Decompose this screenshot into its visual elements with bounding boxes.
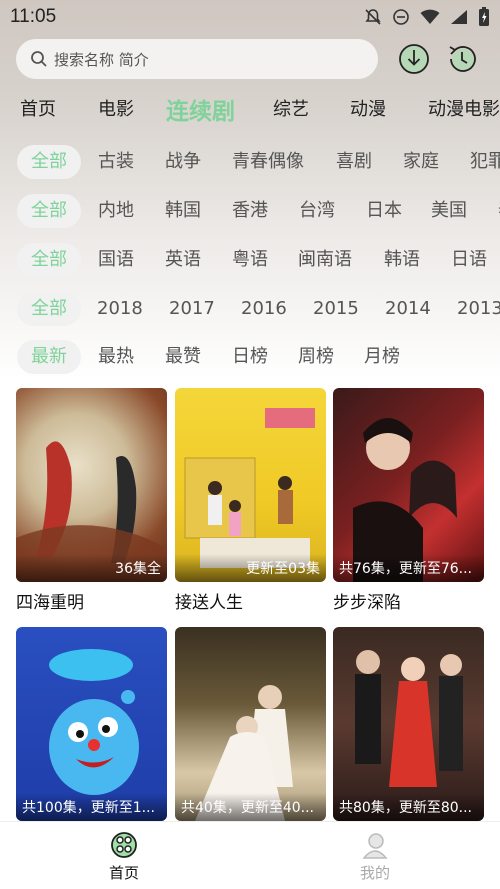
region-chip[interactable]: 泰国 — [484, 194, 500, 228]
language-chip[interactable]: 国语 — [84, 243, 148, 277]
show-poster[interactable]: 共100集，更新至1... — [16, 627, 167, 821]
genre-chip[interactable]: 青春偶像 — [218, 145, 318, 179]
bottom-nav: 首页 我的 — [0, 821, 500, 889]
show-poster[interactable]: 共80集，更新至80... — [333, 627, 484, 821]
sort-chip[interactable]: 最新 — [17, 340, 81, 374]
genre-filter-row: 全部 古装 战争 青春偶像 喜剧 家庭 犯罪 — [0, 143, 500, 181]
history-icon — [449, 46, 476, 72]
region-chip[interactable]: 美国 — [417, 194, 481, 228]
language-chip[interactable]: 韩语 — [370, 243, 434, 277]
mute-icon — [365, 9, 381, 25]
year-chip[interactable]: 2014 — [371, 292, 445, 326]
battery-icon — [479, 7, 489, 26]
region-chip[interactable]: 内地 — [84, 194, 148, 228]
year-filter-row: 全部 2018 2017 2016 2015 2014 2013 — [0, 290, 500, 328]
tab-movies[interactable]: 电影 — [98, 95, 134, 121]
show-poster[interactable]: 更新至03集 — [175, 388, 326, 582]
history-button[interactable] — [445, 42, 479, 76]
search-input[interactable]: 搜索名称 简介 — [16, 39, 378, 79]
genre-chip[interactable]: 战争 — [151, 145, 215, 179]
show-card[interactable]: 共80集，更新至80... — [333, 627, 484, 821]
poster-art — [355, 650, 463, 787]
profile-icon — [362, 833, 388, 859]
sort-chip[interactable]: 日榜 — [218, 340, 282, 374]
language-filter-row: 全部 国语 英语 粤语 闽南语 韩语 日语 其它 — [0, 241, 500, 279]
episode-badge: 更新至03集 — [246, 561, 320, 577]
year-chip[interactable]: 全部 — [17, 292, 81, 326]
nav-label: 我的 — [359, 864, 390, 882]
show-title: 四海重明 — [16, 593, 84, 613]
region-chip[interactable]: 台湾 — [285, 194, 349, 228]
language-chip[interactable]: 日语 — [437, 243, 500, 277]
genre-chip[interactable]: 古装 — [84, 145, 148, 179]
download-icon — [399, 44, 429, 74]
tab-anime-movies[interactable]: 动漫电影 — [428, 95, 500, 121]
category-tabs: 首页 电影 连续剧 综艺 动漫 动漫电影 — [0, 88, 500, 128]
sort-filter-row: 最新 最热 最赞 日榜 周榜 月榜 — [0, 338, 500, 376]
show-card[interactable]: 共100集，更新至1... — [16, 627, 167, 821]
show-poster[interactable]: 36集全 — [16, 388, 167, 582]
genre-chip[interactable]: 家庭 — [389, 145, 453, 179]
tab-variety[interactable]: 综艺 — [273, 95, 309, 121]
poster-art — [353, 418, 457, 582]
sort-chip[interactable]: 最热 — [84, 340, 148, 374]
tab-home[interactable]: 首页 — [20, 95, 56, 121]
status-icons — [364, 7, 490, 27]
region-chip[interactable]: 韩国 — [151, 194, 215, 228]
show-title: 接送人生 — [175, 593, 243, 613]
genre-chip[interactable]: 全部 — [17, 145, 81, 179]
language-chip[interactable]: 粤语 — [218, 243, 282, 277]
sort-chip[interactable]: 最赞 — [151, 340, 215, 374]
genre-chip[interactable]: 犯罪 — [456, 145, 500, 179]
year-chip[interactable]: 2016 — [227, 292, 301, 326]
episode-badge: 共100集，更新至1... — [22, 800, 155, 816]
poster-art — [49, 649, 139, 795]
episode-badge: 共40集，更新至40... — [181, 800, 314, 816]
search-icon — [31, 51, 47, 67]
region-filter-row: 全部 内地 韩国 香港 台湾 日本 美国 泰国 — [0, 192, 500, 230]
tab-series[interactable]: 连续剧 — [166, 92, 235, 126]
sort-chip[interactable]: 月榜 — [350, 340, 414, 374]
show-poster[interactable]: 共40集，更新至40... — [175, 627, 326, 821]
poster-art — [16, 441, 167, 582]
show-title: 步步深陷 — [333, 593, 401, 613]
episode-badge: 共80集，更新至80... — [339, 800, 472, 816]
region-chip[interactable]: 全部 — [17, 194, 81, 228]
episode-badge: 共76集，更新至76... — [339, 561, 472, 577]
search-placeholder: 搜索名称 简介 — [54, 50, 149, 69]
language-chip[interactable]: 英语 — [151, 243, 215, 277]
nav-label: 首页 — [108, 864, 139, 882]
dnd-icon — [393, 9, 409, 25]
genre-chip[interactable]: 喜剧 — [322, 145, 386, 179]
signal-icon — [451, 10, 467, 24]
home-icon — [111, 832, 137, 858]
show-card[interactable]: 更新至03集 接送人生 — [175, 388, 326, 613]
year-chip[interactable]: 2017 — [155, 292, 229, 326]
status-bar: 11:05 — [0, 0, 500, 34]
show-card[interactable]: 36集全 四海重明 — [16, 388, 167, 613]
poster-art — [195, 685, 293, 821]
sort-chip[interactable]: 周榜 — [284, 340, 348, 374]
show-poster[interactable]: 共76集，更新至76... — [333, 388, 484, 582]
language-chip[interactable]: 全部 — [17, 243, 81, 277]
download-button[interactable] — [397, 42, 431, 76]
poster-art — [184, 408, 315, 568]
region-chip[interactable]: 日本 — [352, 194, 416, 228]
year-chip[interactable]: 2013 — [443, 292, 500, 326]
wifi-icon — [420, 9, 440, 24]
nav-home[interactable]: 首页 — [89, 830, 159, 883]
year-chip[interactable]: 2018 — [83, 292, 157, 326]
show-card[interactable]: 共40集，更新至40... — [175, 627, 326, 821]
language-chip[interactable]: 闽南语 — [284, 243, 366, 277]
tab-anime[interactable]: 动漫 — [350, 95, 386, 121]
episode-badge: 36集全 — [115, 561, 161, 577]
region-chip[interactable]: 香港 — [218, 194, 282, 228]
nav-mine[interactable]: 我的 — [340, 830, 410, 883]
year-chip[interactable]: 2015 — [299, 292, 373, 326]
show-card[interactable]: 共76集，更新至76... 步步深陷 — [333, 388, 484, 613]
status-time: 11:05 — [10, 6, 57, 27]
